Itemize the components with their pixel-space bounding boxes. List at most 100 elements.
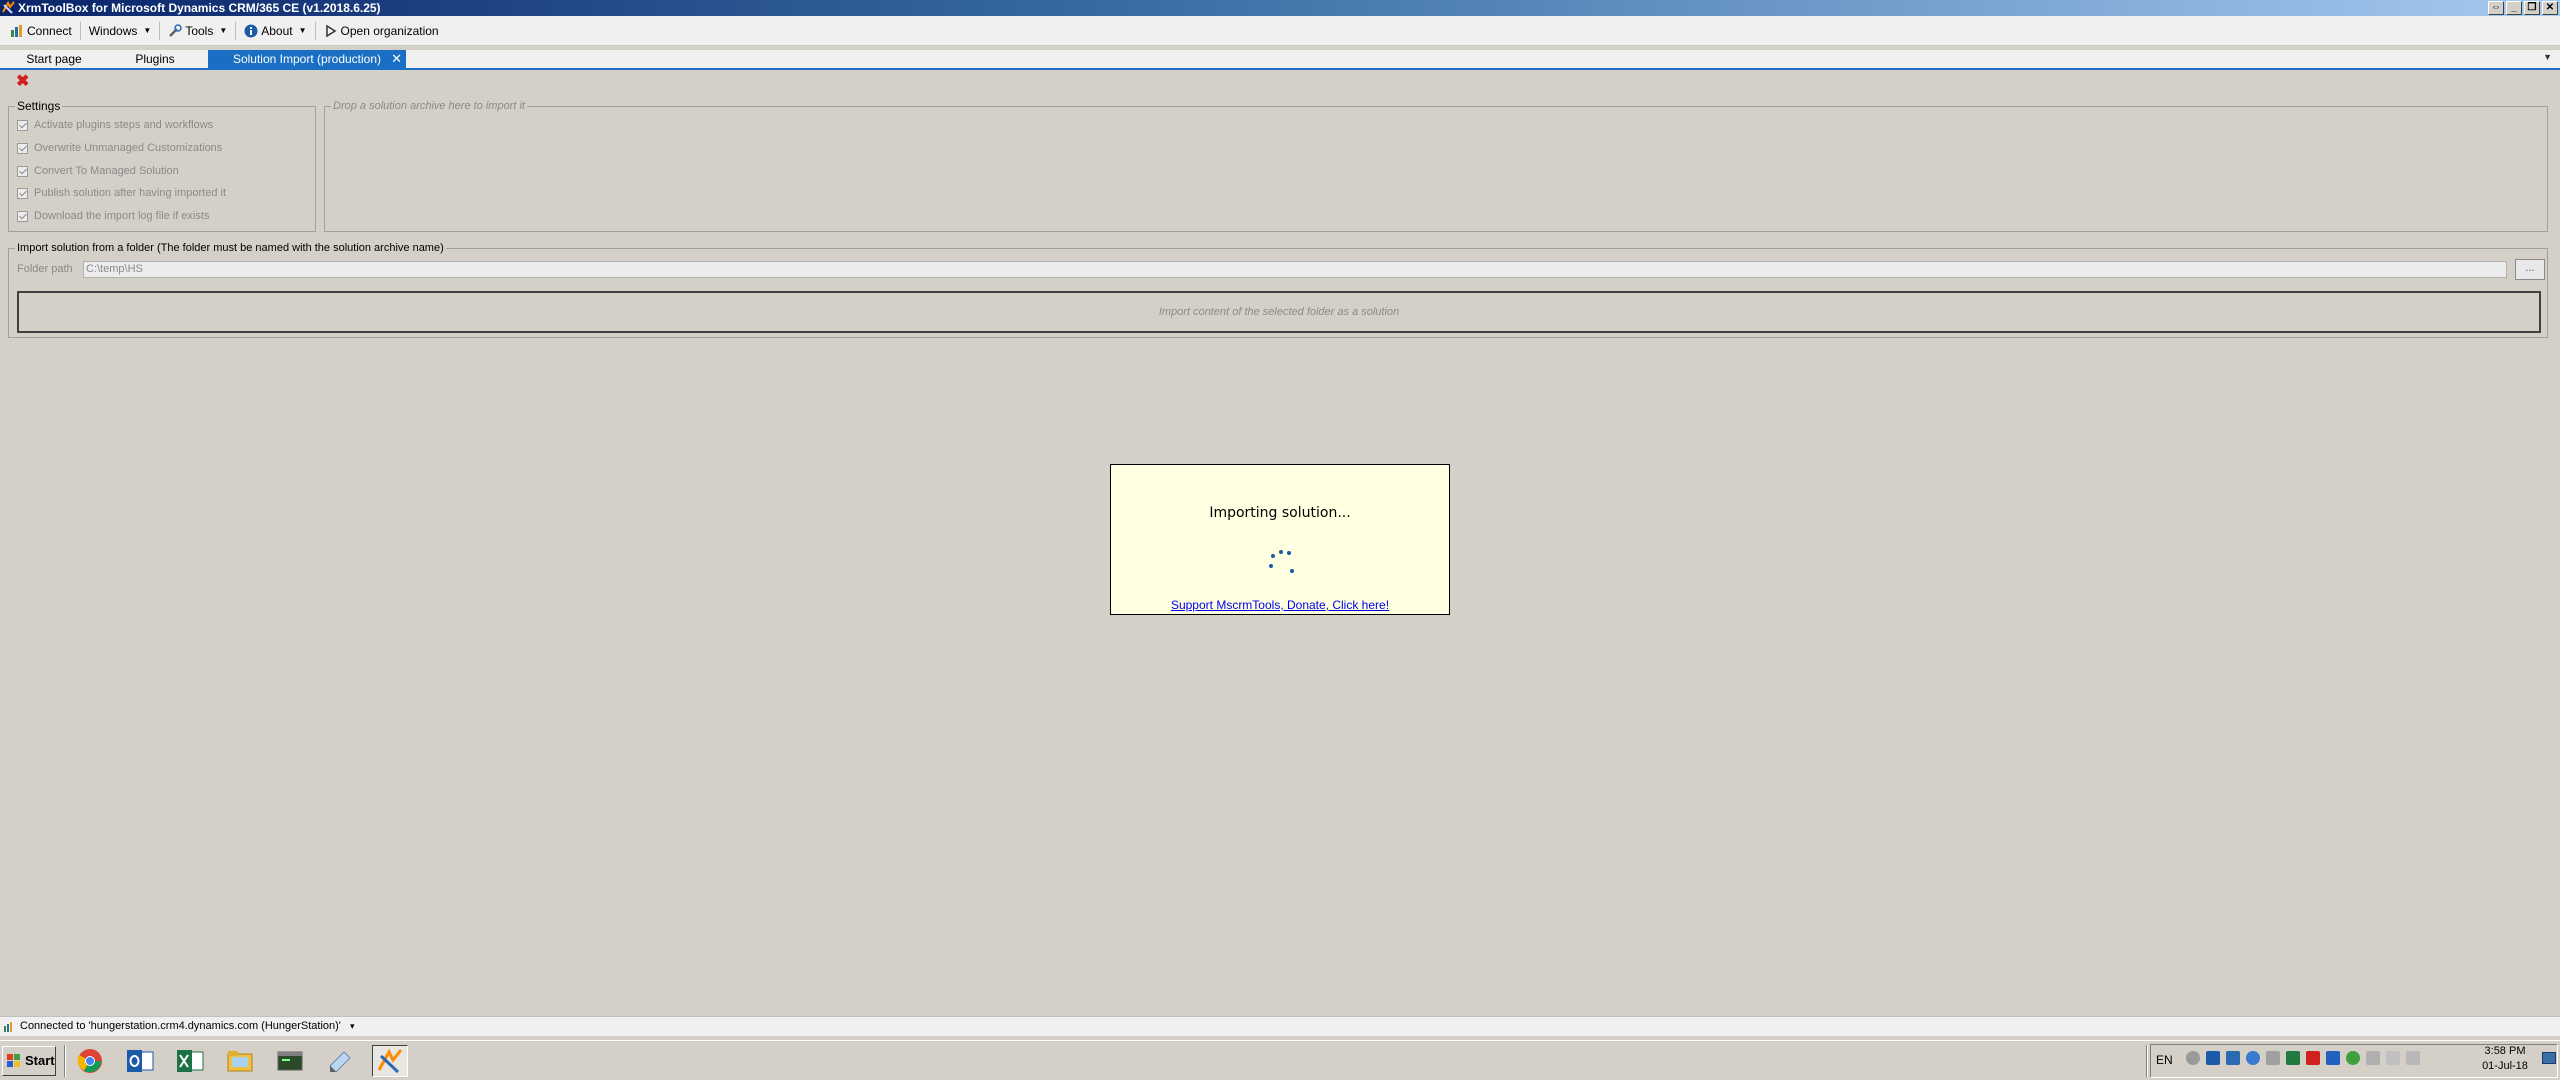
about-menu[interactable]: About ▼ xyxy=(238,20,312,42)
settings-group: Settings Activate plugins steps and work… xyxy=(8,99,316,232)
option-label: Activate plugins steps and workflows xyxy=(34,119,214,131)
maximize-button[interactable]: ❐ xyxy=(2524,1,2540,15)
settings-tray-icon[interactable] xyxy=(2186,1051,2200,1065)
option-download-log[interactable]: Download the import log file if exists xyxy=(17,210,209,222)
tab-plugins[interactable]: Plugins xyxy=(110,50,200,68)
windows-label: Windows xyxy=(88,23,138,38)
import-folder-button[interactable]: Import content of the selected folder as… xyxy=(17,291,2541,333)
chrome-icon xyxy=(77,1049,102,1073)
dropzone-legend: Drop a solution archive here to import i… xyxy=(331,99,527,113)
tab-label: Plugins xyxy=(135,52,175,66)
tab-overflow-dropdown[interactable]: ▼ xyxy=(2543,52,2552,62)
checkbox[interactable] xyxy=(17,187,28,199)
clock-date: 01-Jul-18 xyxy=(2482,1060,2528,1072)
option-label: Publish solution after having imported i… xyxy=(34,187,226,199)
close-window-button[interactable]: ✕ xyxy=(2542,1,2558,15)
settings-legend: Settings xyxy=(15,99,63,113)
xrmtoolbox-app-icon xyxy=(2,1,15,14)
tools-menu[interactable]: Tools ▼ xyxy=(162,20,233,42)
green-app-tray-icon[interactable] xyxy=(2286,1051,2300,1065)
outlook-icon xyxy=(127,1050,154,1072)
minimize-button[interactable]: _ xyxy=(2506,1,2522,15)
open-organization-button[interactable]: Open organization xyxy=(318,20,445,42)
taskbar-outlook[interactable] xyxy=(122,1045,158,1077)
checkbox[interactable] xyxy=(17,165,28,177)
open-organization-label: Open organization xyxy=(340,23,439,38)
taskbar-notepad[interactable] xyxy=(322,1045,358,1077)
connection-status-text: Connected to 'hungerstation.crm4.dynamic… xyxy=(20,1020,341,1032)
tab-start-page[interactable]: Start page xyxy=(10,50,98,68)
close-plugin-button[interactable]: ✖ xyxy=(16,74,29,90)
folder-import-legend: Import solution from a folder (The folde… xyxy=(15,241,446,255)
connection-dropdown-caret[interactable]: ▾ xyxy=(350,1021,355,1031)
option-label: Download the import log file if exists xyxy=(34,210,210,222)
option-activate-plugins[interactable]: Activate plugins steps and workflows xyxy=(17,119,213,131)
document-tabs: Start page Plugins Solution Import (prod… xyxy=(0,50,2560,70)
connect-icon xyxy=(11,24,22,37)
chevron-down-icon: ▼ xyxy=(298,26,307,35)
sync-tray-icon[interactable] xyxy=(2346,1051,2360,1065)
checkbox[interactable] xyxy=(17,142,28,154)
clock-time: 3:58 PM xyxy=(2484,1045,2526,1057)
flag-tray-icon[interactable] xyxy=(2406,1051,2420,1065)
tools-icon xyxy=(169,23,183,37)
taskbar-console[interactable] xyxy=(272,1045,308,1077)
about-label: About xyxy=(261,23,293,38)
taskbar-xrmtoolbox[interactable] xyxy=(372,1045,408,1077)
xrmtoolbox-icon xyxy=(377,1048,403,1074)
option-label: Overwrite Unmanaged Customizations xyxy=(34,142,223,154)
tray-icon[interactable] xyxy=(2366,1051,2380,1065)
menu-bar: Connect Windows ▼ Tools ▼ About ▼ Open o… xyxy=(0,16,2560,46)
connect-label: Connect xyxy=(27,23,72,38)
start-button[interactable]: Start xyxy=(2,1046,56,1076)
window-title: XrmToolBox for Microsoft Dynamics CRM/36… xyxy=(18,1,381,15)
folder-path-input[interactable]: C:\temp\HS xyxy=(83,261,2507,278)
volume-tray-icon[interactable] xyxy=(2386,1051,2400,1065)
folder-path-label: Folder path xyxy=(17,263,73,275)
open-org-icon xyxy=(325,24,336,37)
taskbar-excel[interactable] xyxy=(172,1045,208,1077)
language-indicator[interactable]: EN xyxy=(2156,1053,2173,1067)
chevron-down-icon: ▼ xyxy=(143,26,152,35)
importing-dialog: Importing solution... Support MscrmTools… xyxy=(1110,464,1450,615)
start-label: Start xyxy=(25,1053,55,1068)
checkbox[interactable] xyxy=(17,210,28,222)
chevron-down-icon: ▼ xyxy=(219,26,228,35)
tools-label: Tools xyxy=(185,23,214,38)
browse-folder-button[interactable]: ... xyxy=(2515,259,2545,280)
connection-status-icon xyxy=(4,1022,12,1032)
loading-spinner-icon xyxy=(1269,550,1294,573)
system-clock[interactable]: 3:58 PM 01-Jul-18 xyxy=(2475,1044,2535,1074)
blue-app-tray-icon[interactable] xyxy=(2326,1051,2340,1065)
show-desktop-button[interactable] xyxy=(2542,1052,2556,1064)
solution-drop-zone[interactable]: Drop a solution archive here to import i… xyxy=(324,99,2548,232)
taskbar-file-explorer[interactable] xyxy=(222,1045,258,1077)
folder-import-group: Import solution from a folder (The folde… xyxy=(8,241,2548,338)
donate-link[interactable]: Support MscrmTools, Donate, Click here! xyxy=(1111,598,1449,612)
menu-separator xyxy=(159,21,161,40)
signal-tray-icon[interactable] xyxy=(2266,1051,2280,1065)
windows-menu[interactable]: Windows ▼ xyxy=(83,20,158,42)
notepad-icon xyxy=(329,1051,351,1073)
network-tray-icon[interactable] xyxy=(2206,1051,2220,1065)
checkbox[interactable] xyxy=(17,119,28,131)
window-titlebar: XrmToolBox for Microsoft Dynamics CRM/36… xyxy=(0,0,2560,16)
window-controls: ⇔ _ ❐ ✕ xyxy=(2488,1,2558,15)
tab-label: Solution Import (production) xyxy=(232,52,382,66)
option-convert-managed[interactable]: Convert To Managed Solution xyxy=(17,165,179,177)
taskbar-chrome[interactable] xyxy=(72,1045,108,1077)
tray-icons xyxy=(2186,1051,2420,1065)
tab-close-icon[interactable]: ✕ xyxy=(391,50,402,68)
windows-taskbar: Start EN xyxy=(0,1040,2560,1080)
taskbar-separator xyxy=(2146,1045,2148,1077)
red-app-tray-icon[interactable] xyxy=(2306,1051,2320,1065)
connect-menu[interactable]: Connect xyxy=(4,20,78,42)
option-publish-after-import[interactable]: Publish solution after having imported i… xyxy=(17,187,226,199)
option-overwrite-unmanaged[interactable]: Overwrite Unmanaged Customizations xyxy=(17,142,222,154)
restore-size-button[interactable]: ⇔ xyxy=(2488,1,2504,15)
importing-message: Importing solution... xyxy=(1209,505,1351,521)
tab-solution-import[interactable]: Solution Import (production) ✕ xyxy=(208,50,406,68)
status-bar: Connected to 'hungerstation.crm4.dynamic… xyxy=(0,1016,2560,1036)
upload-tray-icon[interactable] xyxy=(2246,1051,2260,1065)
outlook-tray-icon[interactable] xyxy=(2226,1051,2240,1065)
